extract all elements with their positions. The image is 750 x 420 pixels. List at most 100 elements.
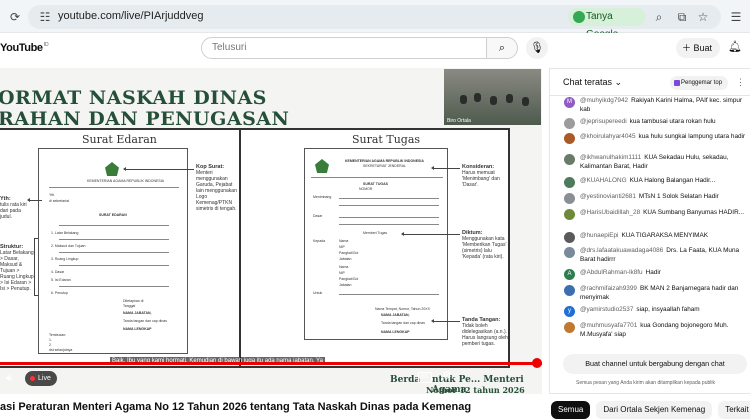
chat-username[interactable]: @muhmusyafa7701: [580, 322, 637, 329]
chat-username[interactable]: @jeprisupereedi: [580, 118, 627, 125]
left-section: 6. Penutup: [51, 291, 68, 295]
chat-username[interactable]: @HarisUbaidillah_28: [580, 209, 640, 216]
chat-message[interactable]: M @muhyikdg7942 Rakiyah Karini Halma, PAIf…: [564, 97, 750, 114]
progress-scrubber[interactable]: [532, 358, 542, 368]
search-input[interactable]: Telusuri: [201, 37, 487, 59]
top-fan-chip[interactable]: Penggemar top: [670, 76, 728, 90]
right-field: Pangkat/Gol: [339, 277, 359, 281]
avatar[interactable]: [564, 193, 575, 204]
captions-button[interactable]: CC: [418, 372, 432, 383]
chat-username[interactable]: @KUAHALONG: [580, 177, 627, 184]
ask-google-chip[interactable]: Tanya Google: [568, 8, 646, 40]
note-konsideran-body: Harus memuat 'Menimbang' dan 'Dasar'.: [462, 170, 500, 188]
note-tanda-tangan: Tanda Tangan: Tidak boleh didelegasikan (…: [462, 317, 508, 347]
zoom-icon[interactable]: ⌕: [650, 8, 668, 26]
chat-message-body: @drs.lafaatakuawadaga4086 Drs. La Faata, …: [580, 247, 750, 264]
left-doc-heading: Surat Edaran: [82, 133, 157, 146]
chat-message-body: @muhyikdg7942 Rakiyah Karini Halma, PAIf …: [580, 97, 750, 114]
right-field: NIP: [339, 271, 345, 275]
filter-chip[interactable]: Terkait: [718, 401, 750, 419]
chat-header: Chat teratas ⌄ Penggemar top ⋮: [550, 69, 750, 96]
chat-message[interactable]: @yestinovianti2681 MTsN 1 Solok Selatan H…: [564, 193, 750, 204]
filter-chip[interactable]: Semua: [551, 401, 591, 419]
note-struktur-body: Latar Belakang > Dasar, Maksud & Tujuan …: [0, 250, 34, 292]
live-badge[interactable]: Live: [25, 371, 57, 386]
chat-message[interactable]: @KUAHALONG KUA Halong Balangan Hadir...: [564, 177, 750, 188]
note-struktur: Struktur: Latar Belakang > Dasar, Maksud …: [0, 244, 34, 292]
chat-username[interactable]: @drs.lafaatakuawadaga4086: [580, 247, 663, 254]
reload-icon[interactable]: ⟳: [6, 8, 24, 26]
chat-mode-dropdown[interactable]: Chat teratas ⌄: [563, 77, 622, 88]
chat-username[interactable]: @AbdulRahman-lk8fu: [580, 269, 643, 276]
voice-search-button[interactable]: 🎙︎: [526, 37, 548, 59]
camera-label: Biro Ortala: [447, 118, 471, 124]
chat-message[interactable]: @muhmusyafa7701 kua Gondang bojonegoro Mu…: [564, 322, 750, 339]
avatar[interactable]: [564, 247, 575, 258]
left-addr: di sekretariat: [49, 199, 70, 203]
chat-username[interactable]: @hunaepiEpi: [580, 232, 618, 239]
chat-username[interactable]: @muhyikdg7942: [580, 97, 628, 104]
create-channel-button[interactable]: Buat channel untuk bergabung dengan chat: [563, 354, 747, 374]
chat-message[interactable]: y @yamirstudio2537 siap, insyaallah faham: [564, 306, 750, 317]
chat-title: Chat teratas: [563, 77, 613, 87]
chat-username[interactable]: @ikhwanulhakim1111: [580, 154, 641, 161]
left-tembusan-item: 2.: [49, 343, 52, 347]
search-button[interactable]: ⌕: [486, 37, 518, 59]
divider: [311, 177, 443, 178]
text-line: [59, 225, 169, 226]
avatar[interactable]: [564, 285, 575, 296]
progress-bar[interactable]: [0, 362, 542, 365]
right-field: Nama: [339, 239, 349, 243]
chat-message[interactable]: @rachmifaizah9399 BK MAN 2 Banjarnegara h…: [564, 285, 750, 302]
avatar[interactable]: [564, 118, 575, 129]
chat-username[interactable]: @yamirstudio2537: [580, 306, 633, 313]
url-text[interactable]: youtube.com/live/PIArjuddveg: [58, 10, 204, 22]
right-dasar: Dasar: [313, 214, 323, 218]
chat-message[interactable]: @khoirulahyar4045 kua hulu sungkai lampun…: [564, 133, 750, 144]
filter-chip[interactable]: Dari Ortala Sekjen Kemenag: [596, 401, 713, 419]
arrow-icon: [27, 198, 42, 202]
avatar[interactable]: M: [564, 97, 575, 108]
avatar[interactable]: A: [564, 269, 575, 280]
youtube-logo[interactable]: YouTube ID: [0, 41, 49, 55]
avatar[interactable]: [564, 133, 575, 144]
chat-username[interactable]: @rachmifaizah9399: [580, 285, 637, 292]
avatar[interactable]: [564, 177, 575, 188]
surat-edaran-page: KEMENTERIAN AGAMA REPUBLIK INDONESIA Yth…: [38, 148, 188, 354]
bookmark-star-icon[interactable]: ☆: [694, 8, 712, 26]
chat-public-note: Semua pesan yang Anda kirim akan ditampi…: [576, 380, 715, 386]
kemenag-emblem-icon: [105, 162, 119, 176]
arrow-icon: [123, 167, 194, 171]
site-settings-icon[interactable]: ☷: [36, 8, 54, 26]
chat-message[interactable]: @ikhwanulhakim1111 KUA Sekadau Hulu, seka…: [564, 154, 750, 171]
chat-message[interactable]: @hunaepiEpi KUA TIGARAKSA MENYIMAK: [564, 232, 750, 243]
note-konsideran: Konsideran: Harus memuat 'Menimbang' dan …: [462, 164, 508, 188]
slide-title-line2: RAHAN DAN PENUGASAN: [0, 108, 290, 130]
right-kepada: Kepada: [313, 239, 326, 243]
install-app-icon[interactable]: ⧉: [673, 8, 691, 26]
avatar[interactable]: [564, 154, 575, 165]
left-section: 5. Isi Edaran: [51, 278, 71, 282]
notifications-bell-icon[interactable]: 🔔︎: [728, 40, 742, 53]
chat-message[interactable]: A @AbdulRahman-lk8fu Hadir: [564, 269, 750, 280]
avatar[interactable]: y: [564, 306, 575, 317]
reading-list-icon[interactable]: ☰: [727, 8, 745, 26]
live-label: Live: [38, 375, 51, 382]
more-options-icon[interactable]: ⋮: [736, 77, 745, 88]
text-line: [339, 217, 439, 218]
volume-icon[interactable]: 🔊︎: [0, 370, 18, 388]
right-memberi-tugas: Memberi Tugas: [363, 231, 388, 235]
chat-message[interactable]: @drs.lafaatakuawadaga4086 Drs. La Faata, …: [564, 247, 750, 264]
chat-username[interactable]: @yestinovianti2681: [580, 193, 636, 200]
settings-gear-icon[interactable]: ⚙︎: [442, 369, 452, 382]
browser-toolbar: ⟳ ☷ youtube.com/live/PIArjuddveg Tanya G…: [0, 0, 750, 40]
chat-message[interactable]: @jeprisupereedi kua tambusai utara rokan …: [564, 118, 750, 129]
chat-message[interactable]: @HarisUbaidillah_28 KUA Sumbang Banyumas …: [564, 209, 750, 220]
note-kop-body: Menteri menggunakan Garuda, Pejabat lain…: [196, 170, 237, 212]
avatar[interactable]: [564, 209, 575, 220]
create-button[interactable]: ＋ Buat: [676, 38, 720, 58]
avatar[interactable]: [564, 232, 575, 243]
avatar[interactable]: [564, 322, 575, 333]
video-player[interactable]: ORMAT NASKAH DINAS RAHAN DAN PENUGASAN B…: [0, 68, 542, 394]
chat-username[interactable]: @khoirulahyar4045: [580, 133, 636, 140]
